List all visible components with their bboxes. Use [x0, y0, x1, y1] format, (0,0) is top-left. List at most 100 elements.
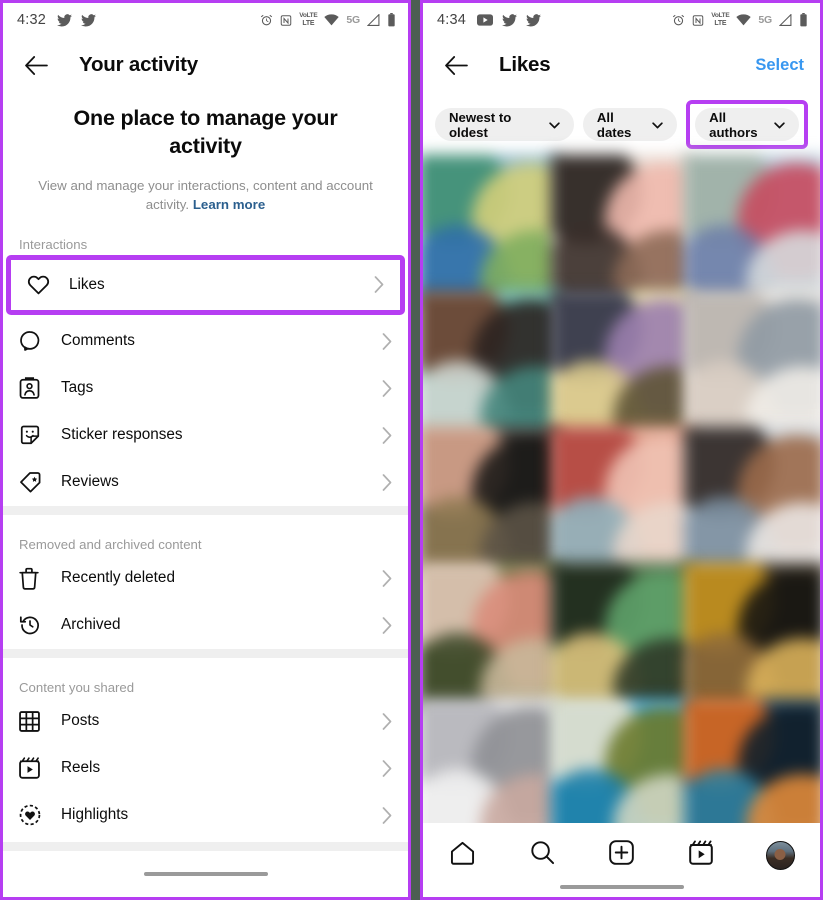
nav-search[interactable] — [502, 835, 581, 875]
grid-photo-cell[interactable] — [423, 562, 560, 709]
list-item-reels[interactable]: Reels — [3, 744, 408, 792]
chevron-right-icon — [382, 379, 392, 397]
home-icon — [450, 841, 475, 870]
left-phone-panel: 4:32 VoLTE LTE 5G Your activity One plac… — [0, 0, 411, 900]
chevron-right-icon — [382, 332, 392, 350]
list-item-label: Tags — [61, 379, 94, 397]
filter-chip-label: All authors — [709, 109, 758, 140]
5g-label: 5G — [346, 14, 360, 26]
liked-posts-grid — [423, 154, 820, 845]
grid-photo-cell[interactable] — [550, 426, 693, 573]
section-label-interactions: Interactions — [19, 236, 88, 252]
nav-create[interactable] — [582, 835, 661, 875]
grid-photo-cell[interactable] — [683, 154, 820, 300]
twitter-icon — [502, 13, 518, 27]
nav-profile[interactable] — [741, 835, 820, 875]
trash-icon — [19, 567, 49, 590]
gesture-pill — [559, 884, 684, 889]
list-item-posts[interactable]: Posts — [3, 697, 408, 745]
list-item-archived[interactable]: Archived — [3, 601, 408, 649]
search-icon — [530, 840, 555, 870]
grid-photo-cell[interactable] — [423, 426, 560, 573]
battery-icon — [387, 13, 396, 27]
nav-reels[interactable] — [661, 835, 740, 875]
volte-lte-icon: VoLTE LTE — [711, 13, 729, 27]
section-divider-bottom — [3, 842, 408, 851]
create-plus-icon — [609, 840, 634, 870]
grid-photo-cell[interactable] — [683, 562, 820, 709]
tag-person-icon — [19, 377, 49, 400]
gesture-bar[interactable] — [3, 851, 408, 897]
list-item-label: Highlights — [61, 806, 129, 824]
filter-chip-dates[interactable]: All dates — [582, 108, 678, 141]
list-item-label: Sticker responses — [61, 426, 183, 444]
comment-icon — [19, 330, 49, 352]
panel-gap — [411, 0, 420, 900]
grid-photo-cell[interactable] — [423, 290, 560, 437]
nfc-icon — [280, 14, 292, 27]
list-item-label: Reels — [61, 759, 101, 777]
left-app-bar: Your activity — [3, 37, 408, 93]
twitter-icon — [81, 13, 97, 27]
status-time: 4:34 — [437, 12, 467, 28]
filter-chip-authors[interactable]: All authors — [695, 108, 799, 141]
list-item-comments[interactable]: Comments — [3, 317, 408, 365]
nfc-icon — [692, 14, 704, 27]
reels-icon — [689, 840, 713, 870]
list-item-tags[interactable]: Tags — [3, 364, 408, 412]
arrow-left-icon[interactable] — [439, 48, 473, 82]
authors-highlight-box: All authors — [686, 100, 808, 149]
list-item-label: Comments — [61, 332, 135, 350]
review-tag-icon — [19, 471, 49, 493]
grid-photo-cell[interactable] — [683, 426, 820, 573]
volte-bottom-label: LTE — [302, 19, 315, 27]
grid-photo-cell[interactable] — [550, 154, 693, 300]
wifi-icon — [736, 14, 752, 26]
list-item-label: Likes — [69, 275, 105, 293]
arrow-left-icon[interactable] — [19, 48, 53, 82]
list-item-highlights[interactable]: Highlights — [3, 791, 408, 839]
section-label-shared: Content you shared — [19, 679, 135, 695]
reels-icon — [19, 757, 49, 780]
hero-heading: One place to manage your activity — [73, 106, 338, 158]
likes-highlight-box: Likes — [6, 254, 405, 315]
right-phone-panel: 4:34 VoLTE LTE 5G Likes Select Newest to… — [420, 0, 823, 900]
screenshot-stage: 4:32 VoLTE LTE 5G Your activity One plac… — [0, 0, 823, 900]
battery-icon — [799, 13, 808, 27]
filter-chip-row: Newest to oldest All dates All authors — [423, 93, 820, 160]
select-button[interactable]: Select — [755, 56, 804, 75]
left-status-bar: 4:32 VoLTE LTE 5G — [3, 3, 408, 37]
grid-photo-cell[interactable] — [550, 562, 693, 709]
chevron-down-icon — [549, 117, 560, 132]
volte-lte-icon: VoLTE LTE — [299, 13, 317, 27]
learn-more-link[interactable]: Learn more — [193, 197, 265, 212]
right-app-bar: Likes Select — [423, 37, 820, 93]
list-item-label: Archived — [61, 616, 121, 634]
hero-description: View and manage your interactions, conte… — [37, 177, 374, 215]
filter-chip-sort[interactable]: Newest to oldest — [435, 108, 574, 141]
youtube-icon — [477, 14, 494, 26]
grid-photo-cell[interactable] — [423, 154, 560, 300]
profile-avatar — [765, 840, 795, 870]
grid-icon — [19, 710, 49, 732]
chevron-down-icon — [774, 117, 785, 132]
grid-photo-cell[interactable] — [550, 290, 693, 437]
chevron-right-icon — [374, 276, 384, 294]
list-item-sticker-responses[interactable]: Sticker responses — [3, 411, 408, 459]
grid-photo-cell[interactable] — [683, 290, 820, 437]
section-divider — [3, 648, 408, 658]
chevron-down-icon — [652, 117, 663, 132]
gesture-bar[interactable] — [423, 884, 820, 889]
status-time: 4:32 — [17, 12, 47, 28]
nav-home[interactable] — [423, 835, 502, 875]
chevron-right-icon — [382, 616, 392, 634]
chevron-right-icon — [382, 473, 392, 491]
alarm-icon — [260, 14, 273, 27]
hero-block: One place to manage your activity View a… — [3, 93, 408, 215]
bottom-navigation-bar — [423, 823, 820, 897]
list-item-reviews[interactable]: Reviews — [3, 458, 408, 506]
filter-chip-label: All dates — [596, 109, 632, 140]
list-item-likes[interactable]: Likes — [11, 259, 400, 310]
chevron-right-icon — [382, 806, 392, 824]
list-item-recently-deleted[interactable]: Recently deleted — [3, 554, 408, 602]
